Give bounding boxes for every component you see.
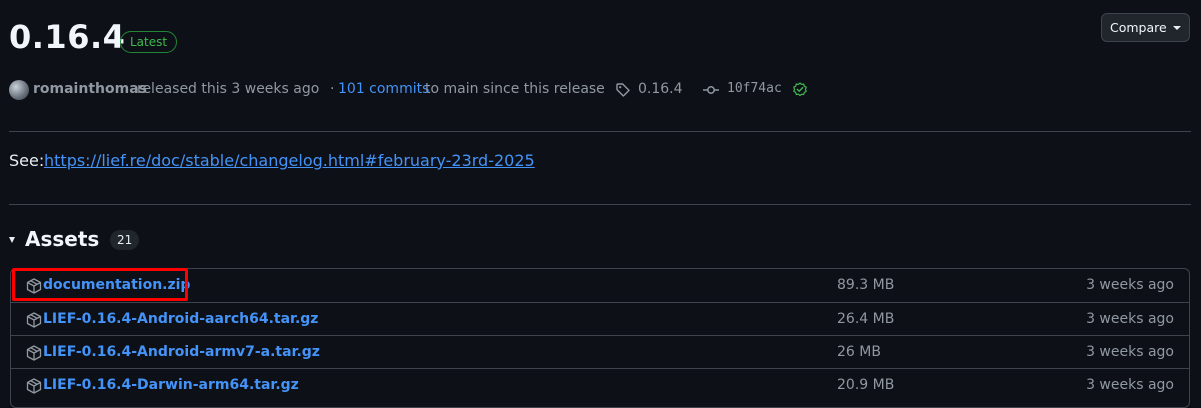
asset-link[interactable]: LIEF-0.16.4-Android-armv7-a.tar.gz bbox=[43, 336, 320, 369]
asset-date: 3 weeks ago bbox=[1086, 344, 1174, 360]
see-label: See: bbox=[9, 151, 45, 170]
commits-link[interactable]: 101 commits bbox=[338, 78, 429, 100]
asset-date: 3 weeks ago bbox=[1086, 277, 1174, 293]
asset-size: 26 MB bbox=[837, 344, 881, 360]
commits-text: to main since this release bbox=[425, 81, 605, 97]
latest-badge: Latest bbox=[120, 31, 178, 53]
tag-icon bbox=[616, 83, 630, 97]
author-link[interactable]: romainthomas bbox=[33, 78, 147, 100]
verified-check-icon[interactable] bbox=[792, 82, 808, 98]
git-commit-icon bbox=[703, 86, 719, 94]
asset-row: LIEF-0.16.4-Darwin-arm64.tar.gz 20.9 MB … bbox=[11, 368, 1189, 401]
asset-link[interactable]: LIEF-0.16.4-Android-aarch64.tar.gz bbox=[43, 303, 318, 336]
package-icon bbox=[26, 345, 42, 361]
asset-size: 20.9 MB bbox=[837, 377, 895, 393]
asset-date: 3 weeks ago bbox=[1086, 377, 1174, 393]
asset-size: 89.3 MB bbox=[837, 277, 895, 293]
asset-link[interactable]: LIEF-0.16.4-Darwin-arm64.tar.gz bbox=[43, 369, 299, 402]
caret-down-icon bbox=[1173, 26, 1181, 30]
compare-button[interactable]: Compare bbox=[1101, 13, 1190, 42]
changelog-link[interactable]: https://lief.re/doc/stable/changelog.htm… bbox=[44, 150, 535, 172]
asset-size: 26.4 MB bbox=[837, 311, 895, 327]
assets-list: documentation.zip 89.3 MB 3 weeks ago LI… bbox=[10, 268, 1190, 408]
package-icon bbox=[26, 378, 42, 394]
divider bbox=[9, 204, 1191, 205]
divider bbox=[9, 131, 1191, 132]
separator-dot: · bbox=[330, 81, 335, 97]
assets-heading[interactable]: Assets bbox=[25, 226, 99, 252]
package-icon bbox=[26, 278, 42, 294]
caret-down-icon[interactable] bbox=[9, 237, 15, 243]
release-version-title: 0.16.4 bbox=[9, 18, 126, 56]
assets-count-badge: 21 bbox=[110, 230, 140, 250]
asset-row: documentation.zip 89.3 MB 3 weeks ago bbox=[11, 269, 1189, 302]
asset-link[interactable]: documentation.zip bbox=[43, 269, 190, 302]
asset-date: 3 weeks ago bbox=[1086, 311, 1174, 327]
asset-row: LIEF-0.16.4-Android-armv7-a.tar.gz 26 MB… bbox=[11, 335, 1189, 368]
asset-row: LIEF-0.16.4-Android-aarch64.tar.gz 26.4 … bbox=[11, 302, 1189, 335]
compare-label: Compare bbox=[1110, 20, 1167, 35]
tag-link[interactable]: 0.16.4 bbox=[638, 78, 683, 100]
commit-sha-link[interactable]: 10f74ac bbox=[727, 78, 782, 100]
package-icon bbox=[26, 312, 42, 328]
released-text: released this 3 weeks ago bbox=[137, 81, 320, 97]
avatar[interactable] bbox=[9, 80, 29, 100]
